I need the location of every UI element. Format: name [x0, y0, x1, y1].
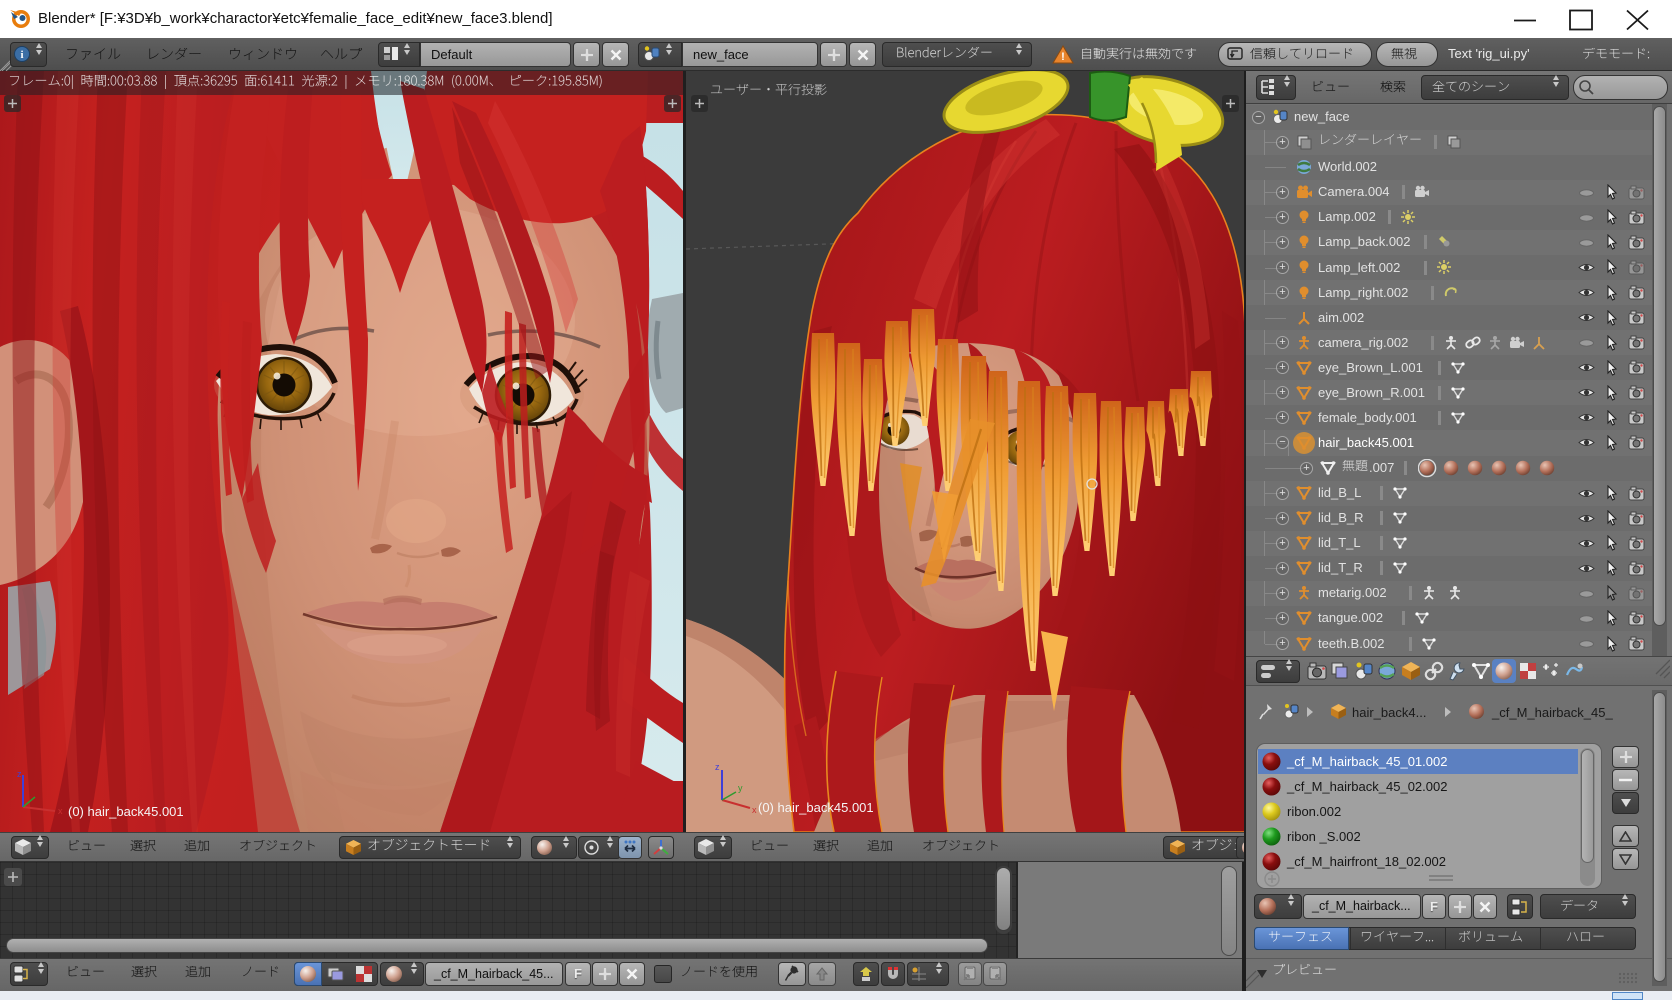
svg-text:y: y [738, 783, 743, 793]
svg-text:i: i [20, 49, 23, 61]
svg-text:x: x [752, 805, 757, 813]
svg-text:z: z [17, 769, 22, 779]
svg-text:z: z [715, 762, 720, 772]
svg-text:x: x [58, 806, 63, 815]
svg-text:!: ! [1061, 51, 1065, 63]
